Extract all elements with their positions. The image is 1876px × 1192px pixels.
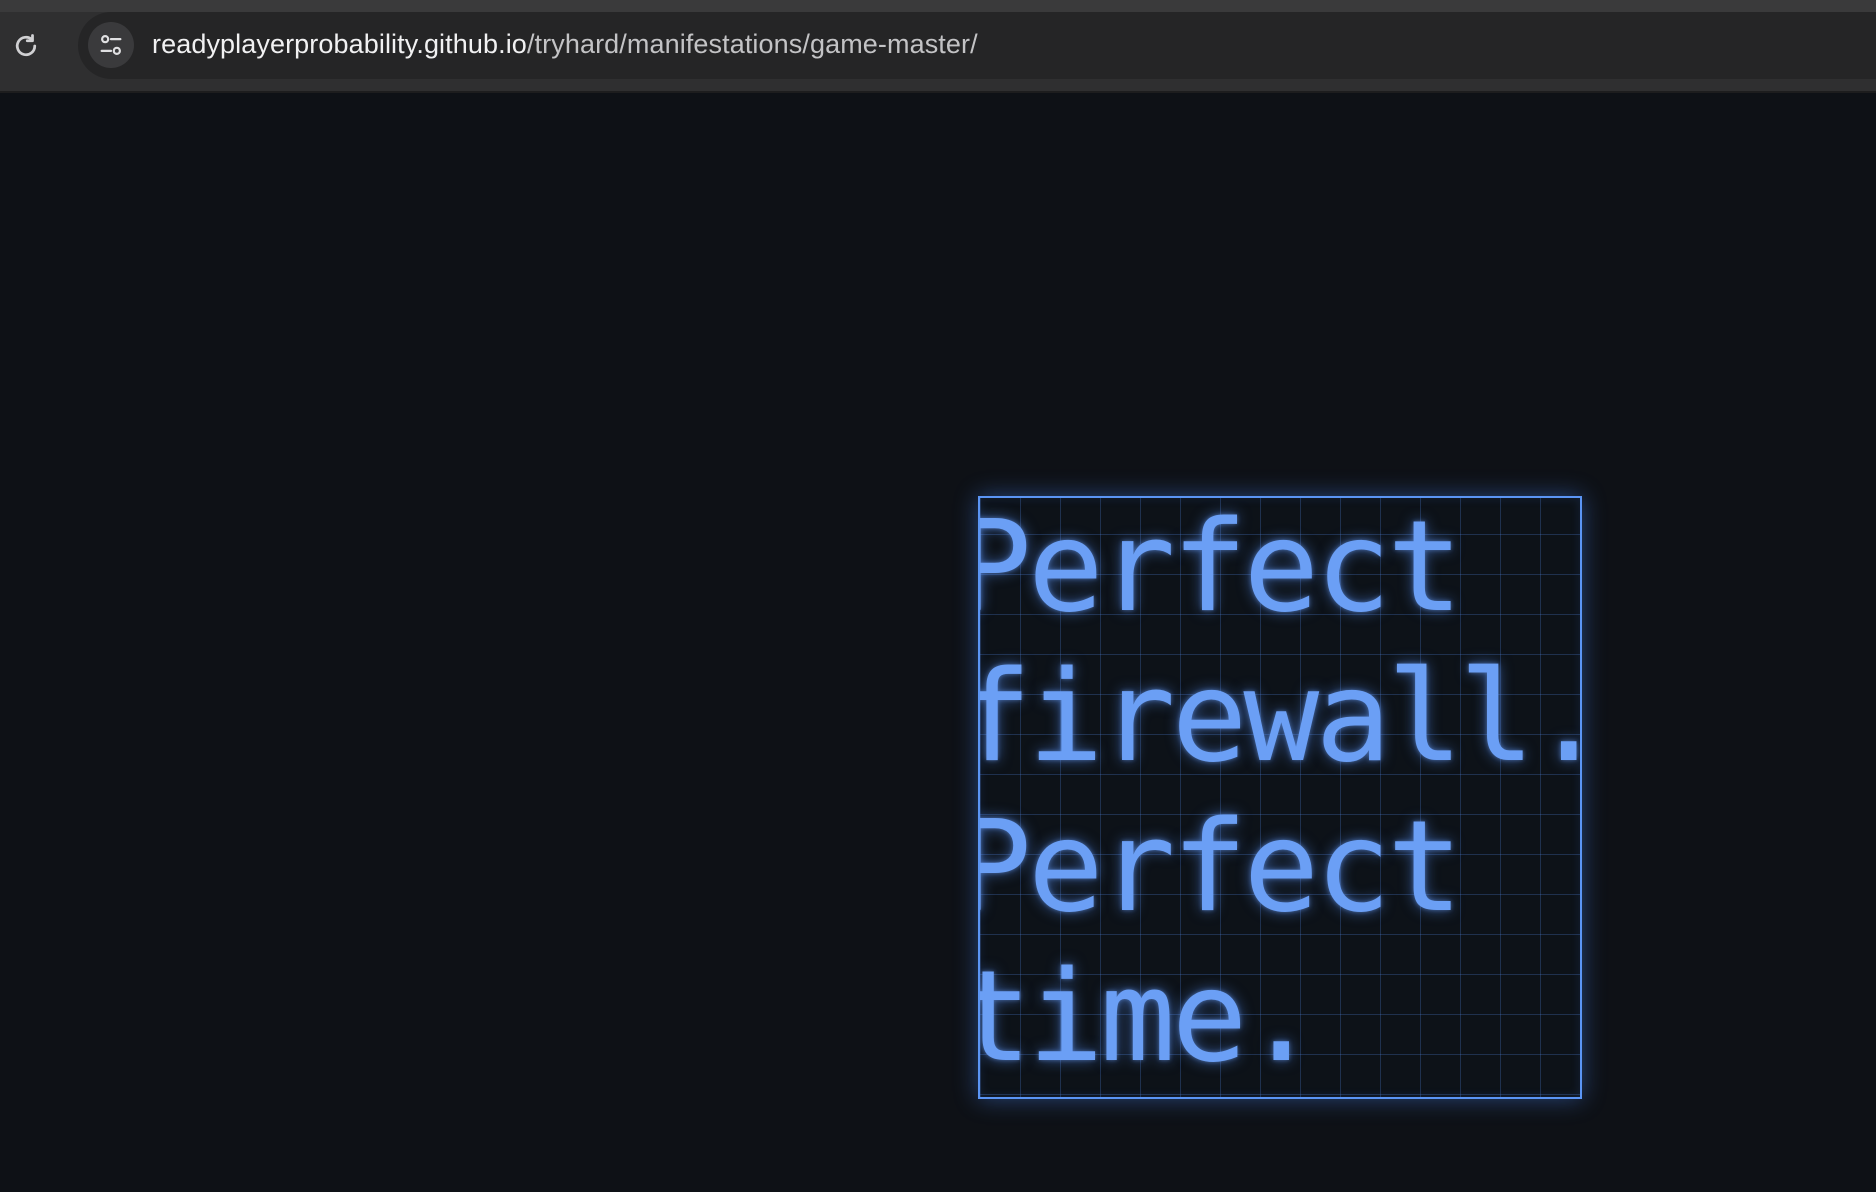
browser-toolbar: readyplayerprobability.github.io/tryhard… (0, 0, 1876, 93)
glyph-line-4: time. (978, 943, 1319, 1090)
page-viewport: Perfect firewall. Perfect time. (0, 93, 1876, 1192)
tune-icon (100, 35, 122, 55)
url-path: /tryhard/manifestations/game-master/ (526, 29, 978, 59)
glyph-grid-box: Perfect firewall. Perfect time. (978, 496, 1582, 1099)
site-info-button[interactable] (88, 22, 134, 68)
glyph-line-1: Perfect (978, 496, 1463, 640)
reload-button[interactable] (8, 28, 44, 64)
reload-icon (15, 34, 37, 57)
url-host: readyplayerprobability.github.io (152, 29, 527, 59)
glyph-line-2: firewall. (978, 643, 1582, 790)
glyph-line-3: Perfect (978, 793, 1463, 940)
address-bar[interactable]: readyplayerprobability.github.io/tryhard… (78, 12, 1876, 79)
url-text[interactable]: readyplayerprobability.github.io/tryhard… (152, 29, 978, 60)
